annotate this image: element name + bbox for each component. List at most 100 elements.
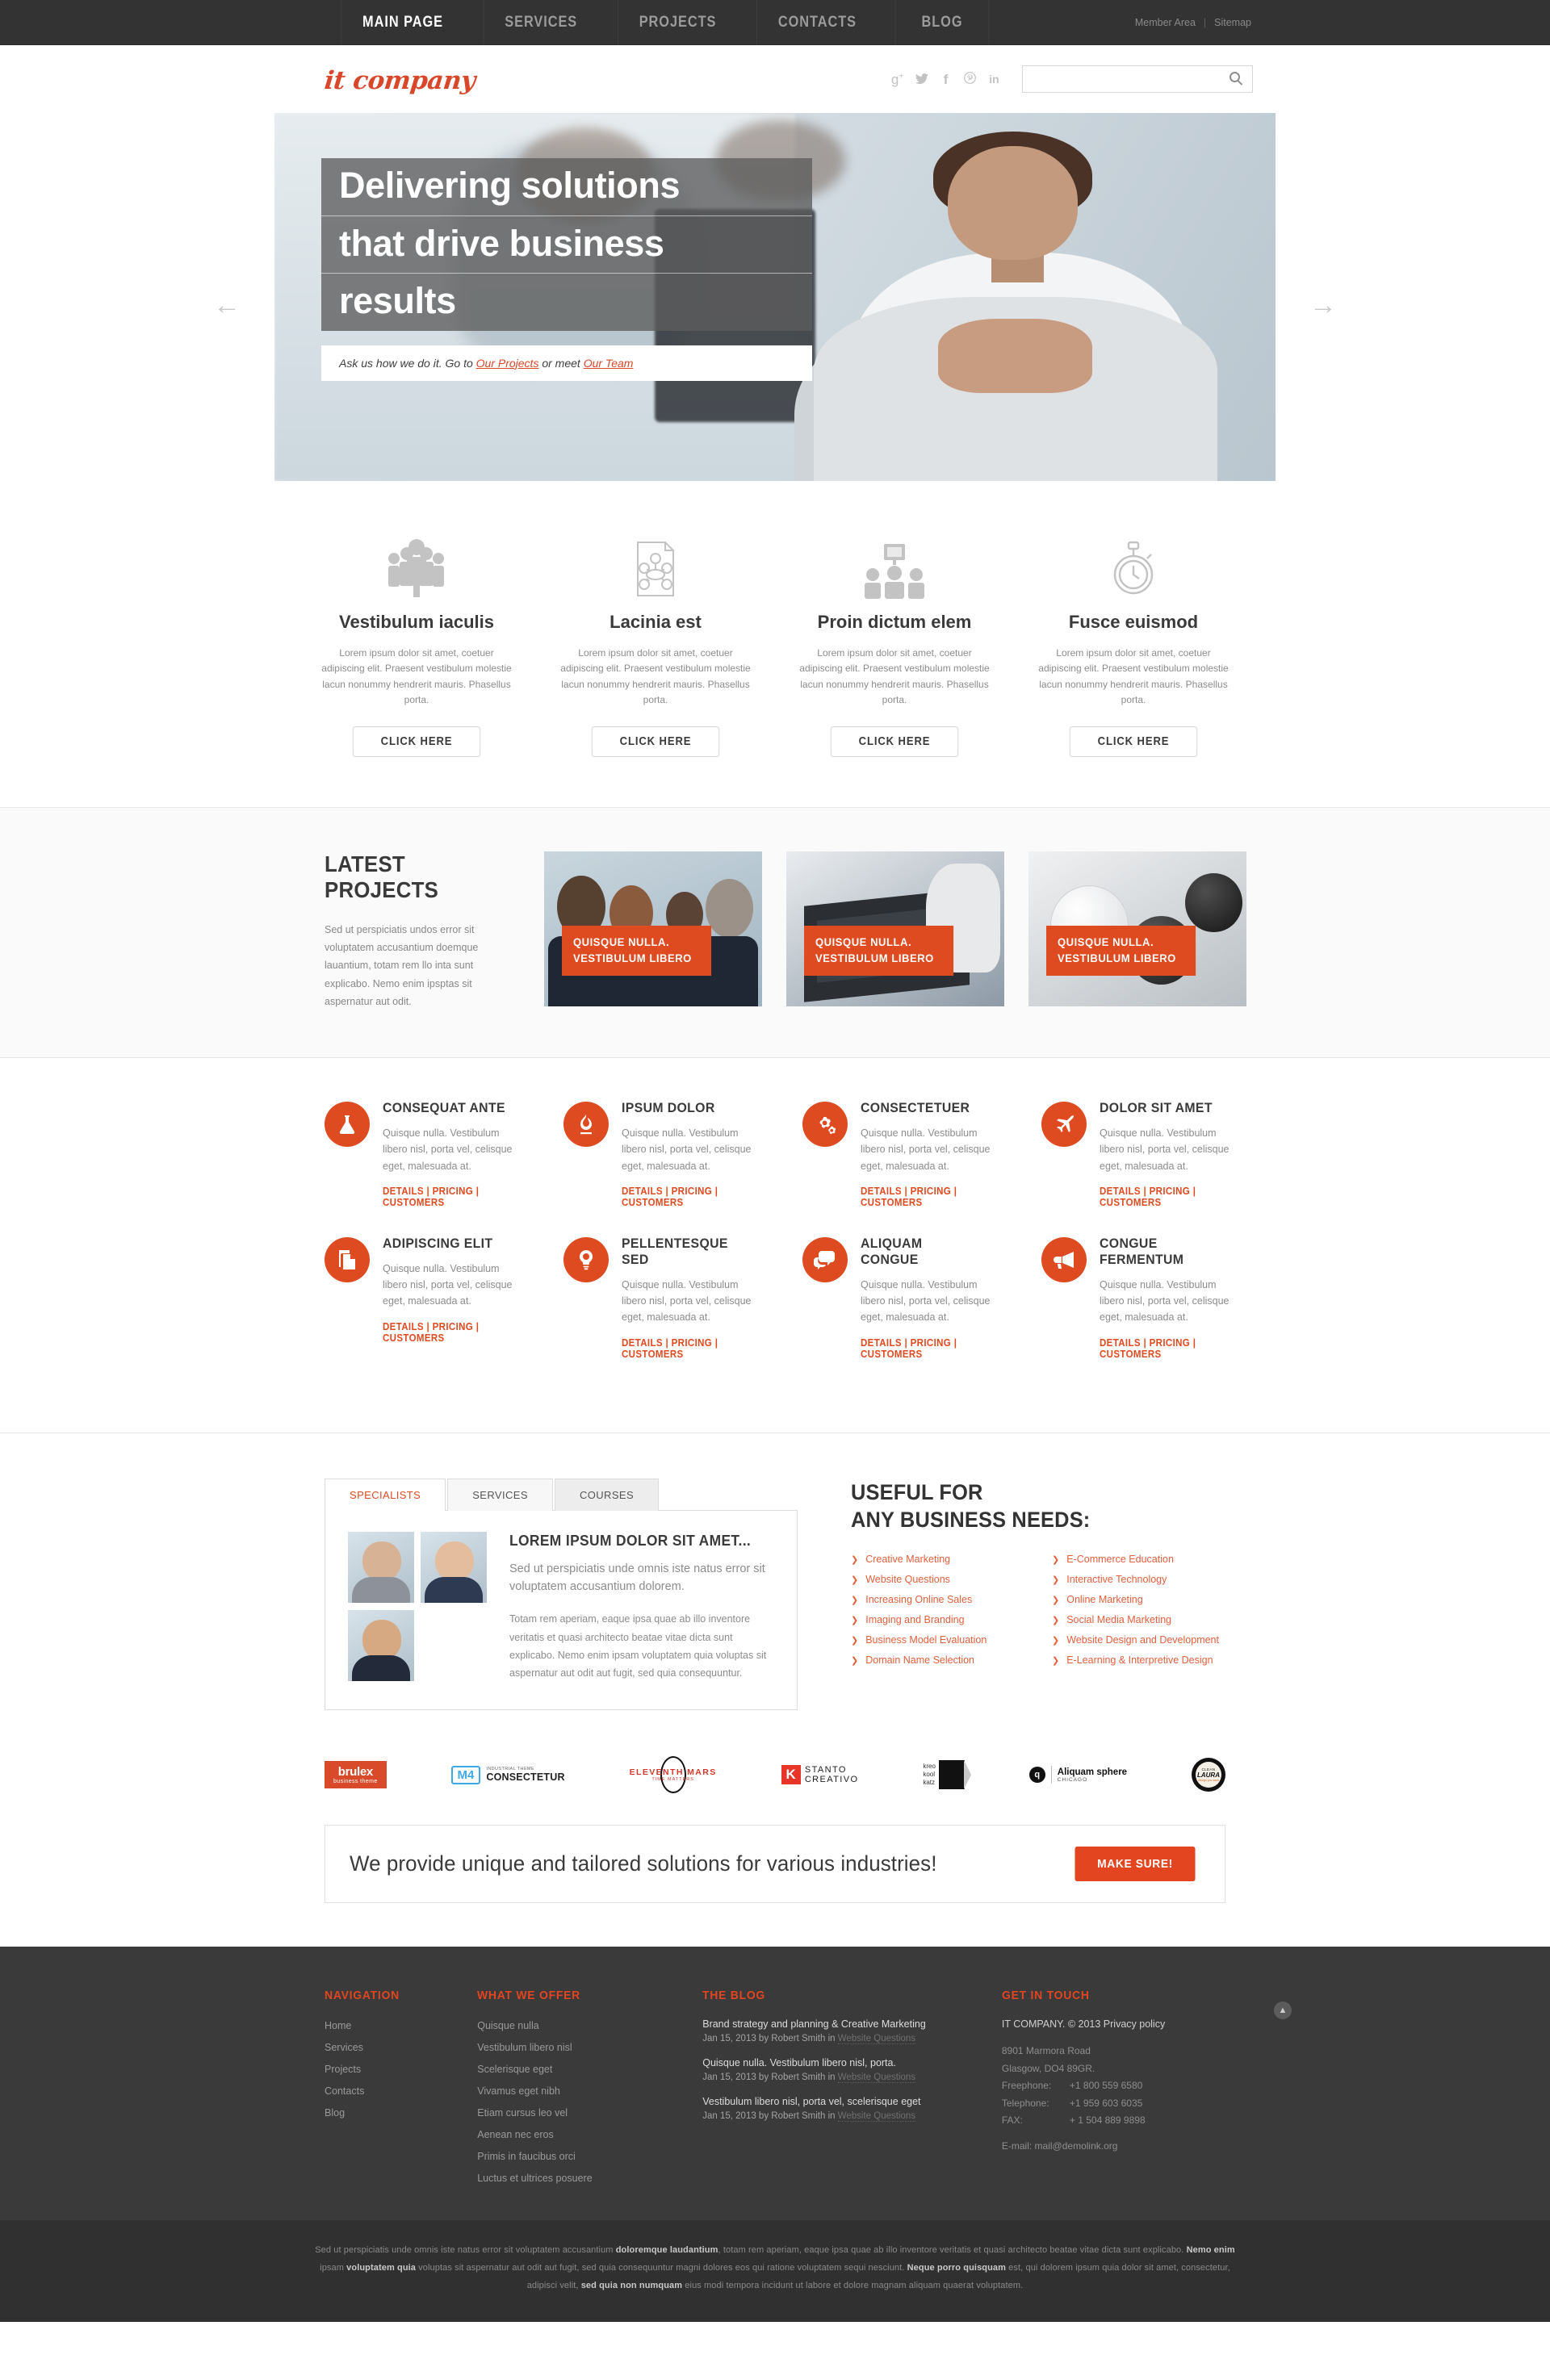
service-text: Quisque nulla. Vestibulum libero nisl, p… xyxy=(622,1127,752,1172)
footer-post-title[interactable]: Brand strategy and planning & Creative M… xyxy=(702,2018,974,2030)
make-sure-button[interactable]: MAKE SURE! xyxy=(1075,1847,1196,1882)
service-links[interactable]: DETAILS | PRICING | CUSTOMERS xyxy=(861,1186,982,1208)
project-card[interactable]: QUISQUE NULLA. VESTIBULUM LIBERO xyxy=(786,851,1004,1006)
service-links[interactable]: DETAILS | PRICING | CUSTOMERS xyxy=(622,1186,744,1208)
kreo-kool-katz-logo[interactable]: kreo kool katz xyxy=(923,1757,971,1792)
k-mark-shape xyxy=(938,1760,971,1790)
sitemap-link[interactable]: Sitemap xyxy=(1214,17,1251,28)
specialist-photo-3[interactable] xyxy=(348,1609,414,1681)
clean-laura-logo[interactable]: CLEAN LAURA design you want xyxy=(1191,1757,1225,1792)
copyright-paragraph-2: ipsam voluptatem quia voluptas sit asper… xyxy=(291,2259,1259,2277)
m4-consectetur-logo[interactable]: M4 INDUSTRIAL THEME CONSECTETUR xyxy=(450,1757,565,1792)
cta-zone: We provide unique and tailored solutions… xyxy=(297,1813,1253,1947)
useful-link[interactable]: E-Learning & Interpretive Design xyxy=(1066,1654,1213,1666)
twitter-icon[interactable] xyxy=(915,73,928,86)
useful-link[interactable]: Social Media Marketing xyxy=(1066,1614,1171,1625)
aliquam-sphere-logo[interactable]: q Aliquam sphere CHICAGO xyxy=(1028,1757,1128,1792)
footer-offer-link[interactable]: Vivamus eget nibh xyxy=(477,2085,560,2097)
useful-link[interactable]: Increasing Online Sales xyxy=(865,1594,972,1605)
footer-post-title[interactable]: Quisque nulla. Vestibulum libero nisl, p… xyxy=(702,2057,974,2068)
specialist-photo-1[interactable] xyxy=(348,1531,414,1603)
service-links[interactable]: DETAILS | PRICING | CUSTOMERS xyxy=(383,1186,505,1208)
service-links[interactable]: DETAILS | PRICING | CUSTOMERS xyxy=(1100,1186,1221,1208)
project-card[interactable]: QUISQUE NULLA. VESTIBULUM LIBERO xyxy=(544,851,762,1006)
slider-next-arrow[interactable]: → xyxy=(1309,291,1337,319)
footer-post-category[interactable]: Website Questions xyxy=(837,2034,916,2045)
google-plus-icon[interactable]: g+ xyxy=(890,72,904,86)
useful-link[interactable]: Website Questions xyxy=(865,1574,950,1585)
footer-post-title[interactable]: Vestibulum libero nisl, porta vel, scele… xyxy=(702,2096,974,2107)
nav-item-main-page[interactable]: MAIN PAGE xyxy=(341,0,463,45)
aliquam-name: Aliquam sphere xyxy=(1057,1767,1128,1777)
member-area-link[interactable]: Member Area xyxy=(1135,17,1196,28)
search-input[interactable] xyxy=(1033,73,1228,86)
footer-post-category[interactable]: Website Questions xyxy=(837,2073,916,2084)
social-links: g+ f in xyxy=(890,72,1001,86)
back-to-top-button[interactable]: ▲ xyxy=(1274,2001,1292,2020)
nav-item-projects[interactable]: PROJECTS xyxy=(617,0,737,45)
facebook-icon[interactable]: f xyxy=(939,73,953,86)
useful-link[interactable]: Creative Marketing xyxy=(865,1554,950,1565)
footer-nav-link[interactable]: Home xyxy=(325,2020,351,2031)
footer-offer-link[interactable]: Aenean nec eros xyxy=(477,2129,554,2140)
project-label-line-1: QUISQUE NULLA. xyxy=(1057,935,1154,948)
footer-nav-link[interactable]: Contacts xyxy=(325,2085,364,2097)
our-projects-link[interactable]: Our Projects xyxy=(476,357,539,370)
useful-for-block: USEFUL FOR ANY BUSINESS NEEDS: ❯ Creative… xyxy=(798,1479,1253,1711)
footer-offer-link[interactable]: Primis in faucibus orci xyxy=(477,2151,576,2162)
slider-prev-arrow[interactable]: ← xyxy=(213,291,241,319)
documents-icon xyxy=(325,1236,370,1282)
footer-offer-link[interactable]: Vestibulum libero nisl xyxy=(477,2042,572,2053)
project-card[interactable]: QUISQUE NULLA. VESTIBULUM LIBERO xyxy=(1028,851,1246,1006)
click-here-button[interactable]: CLICK HERE xyxy=(352,726,481,757)
useful-link[interactable]: Website Design and Development xyxy=(1066,1634,1219,1646)
tab-specialists[interactable]: SPECIALISTS xyxy=(325,1478,446,1511)
tab-services[interactable]: SERVICES xyxy=(447,1478,553,1511)
nav-item-contacts[interactable]: CONTACTS xyxy=(756,0,878,45)
pinterest-icon[interactable] xyxy=(963,72,977,86)
linkedin-icon[interactable]: in xyxy=(987,73,1001,85)
useful-link[interactable]: E-Commerce Education xyxy=(1066,1554,1174,1565)
click-here-button[interactable]: CLICK HERE xyxy=(830,726,959,757)
site-logo[interactable]: it company xyxy=(323,66,476,95)
footer-post-meta: Jan 15, 2013 by Robert Smith in Website … xyxy=(702,2034,974,2045)
specialist-photo-2[interactable] xyxy=(421,1531,487,1603)
footer-offer-link[interactable]: Quisque nulla xyxy=(477,2020,538,2031)
hero-caption: Delivering solutions that drive business… xyxy=(321,158,812,381)
useful-link[interactable]: Business Model Evaluation xyxy=(865,1634,987,1646)
eleventh-mars-logo[interactable]: ELEVENTH MARS TIME MATTERS xyxy=(630,1756,717,1794)
copy-text: eius modi tempora incidunt ut labore et … xyxy=(682,2281,1024,2291)
click-here-button[interactable]: CLICK HERE xyxy=(1069,726,1198,757)
service-item: CONSECTETUER Quisque nulla. Vestibulum l… xyxy=(775,1100,1014,1236)
footer-nav-link[interactable]: Projects xyxy=(325,2064,361,2075)
useful-link[interactable]: Online Marketing xyxy=(1066,1594,1143,1605)
copyright-paragraph-3: adipisci velit, sed quia non numquam eiu… xyxy=(291,2277,1259,2294)
stanto-creativo-logo[interactable]: K STANTO CREATIVO xyxy=(781,1757,859,1792)
footer-nav-link[interactable]: Services xyxy=(325,2042,363,2053)
footer-post-category[interactable]: Website Questions xyxy=(837,2111,916,2123)
service-links[interactable]: DETAILS | PRICING | CUSTOMERS xyxy=(383,1321,505,1344)
search-button[interactable] xyxy=(1228,70,1246,88)
footer-offer-link[interactable]: Luctus et ultrices posuere xyxy=(477,2173,592,2184)
list-item: ❯ Imaging and Branding xyxy=(851,1614,1052,1625)
service-links[interactable]: DETAILS | PRICING | CUSTOMERS xyxy=(1100,1337,1221,1360)
search-box[interactable] xyxy=(1022,65,1253,93)
footer-offer-link[interactable]: Scelerisque eget xyxy=(477,2064,552,2075)
service-links[interactable]: DETAILS | PRICING | CUSTOMERS xyxy=(622,1337,744,1360)
click-here-button[interactable]: CLICK HERE xyxy=(591,726,720,757)
our-team-link[interactable]: Our Team xyxy=(584,357,634,370)
useful-link[interactable]: Interactive Technology xyxy=(1066,1574,1167,1585)
footer-email[interactable]: E-mail: mail@demolink.org xyxy=(1002,2140,1198,2152)
list-item: Services xyxy=(325,2040,450,2055)
useful-link[interactable]: Imaging and Branding xyxy=(865,1614,964,1625)
service-links[interactable]: DETAILS | PRICING | CUSTOMERS xyxy=(861,1337,982,1360)
footer-offer-link[interactable]: Etiam cursus leo vel xyxy=(477,2107,568,2119)
useful-link[interactable]: Domain Name Selection xyxy=(865,1654,974,1666)
list-item: Home xyxy=(325,2018,450,2033)
nav-item-blog[interactable]: BLOG xyxy=(894,0,990,45)
tab-courses[interactable]: COURSES xyxy=(554,1478,660,1511)
footer-nav-link[interactable]: Blog xyxy=(325,2107,345,2119)
nav-item-services[interactable]: SERVICES xyxy=(483,0,598,45)
footer-blog-post: Vestibulum libero nisl, porta vel, scele… xyxy=(702,2096,974,2123)
brulex-logo[interactable]: brulex business theme xyxy=(325,1757,387,1792)
